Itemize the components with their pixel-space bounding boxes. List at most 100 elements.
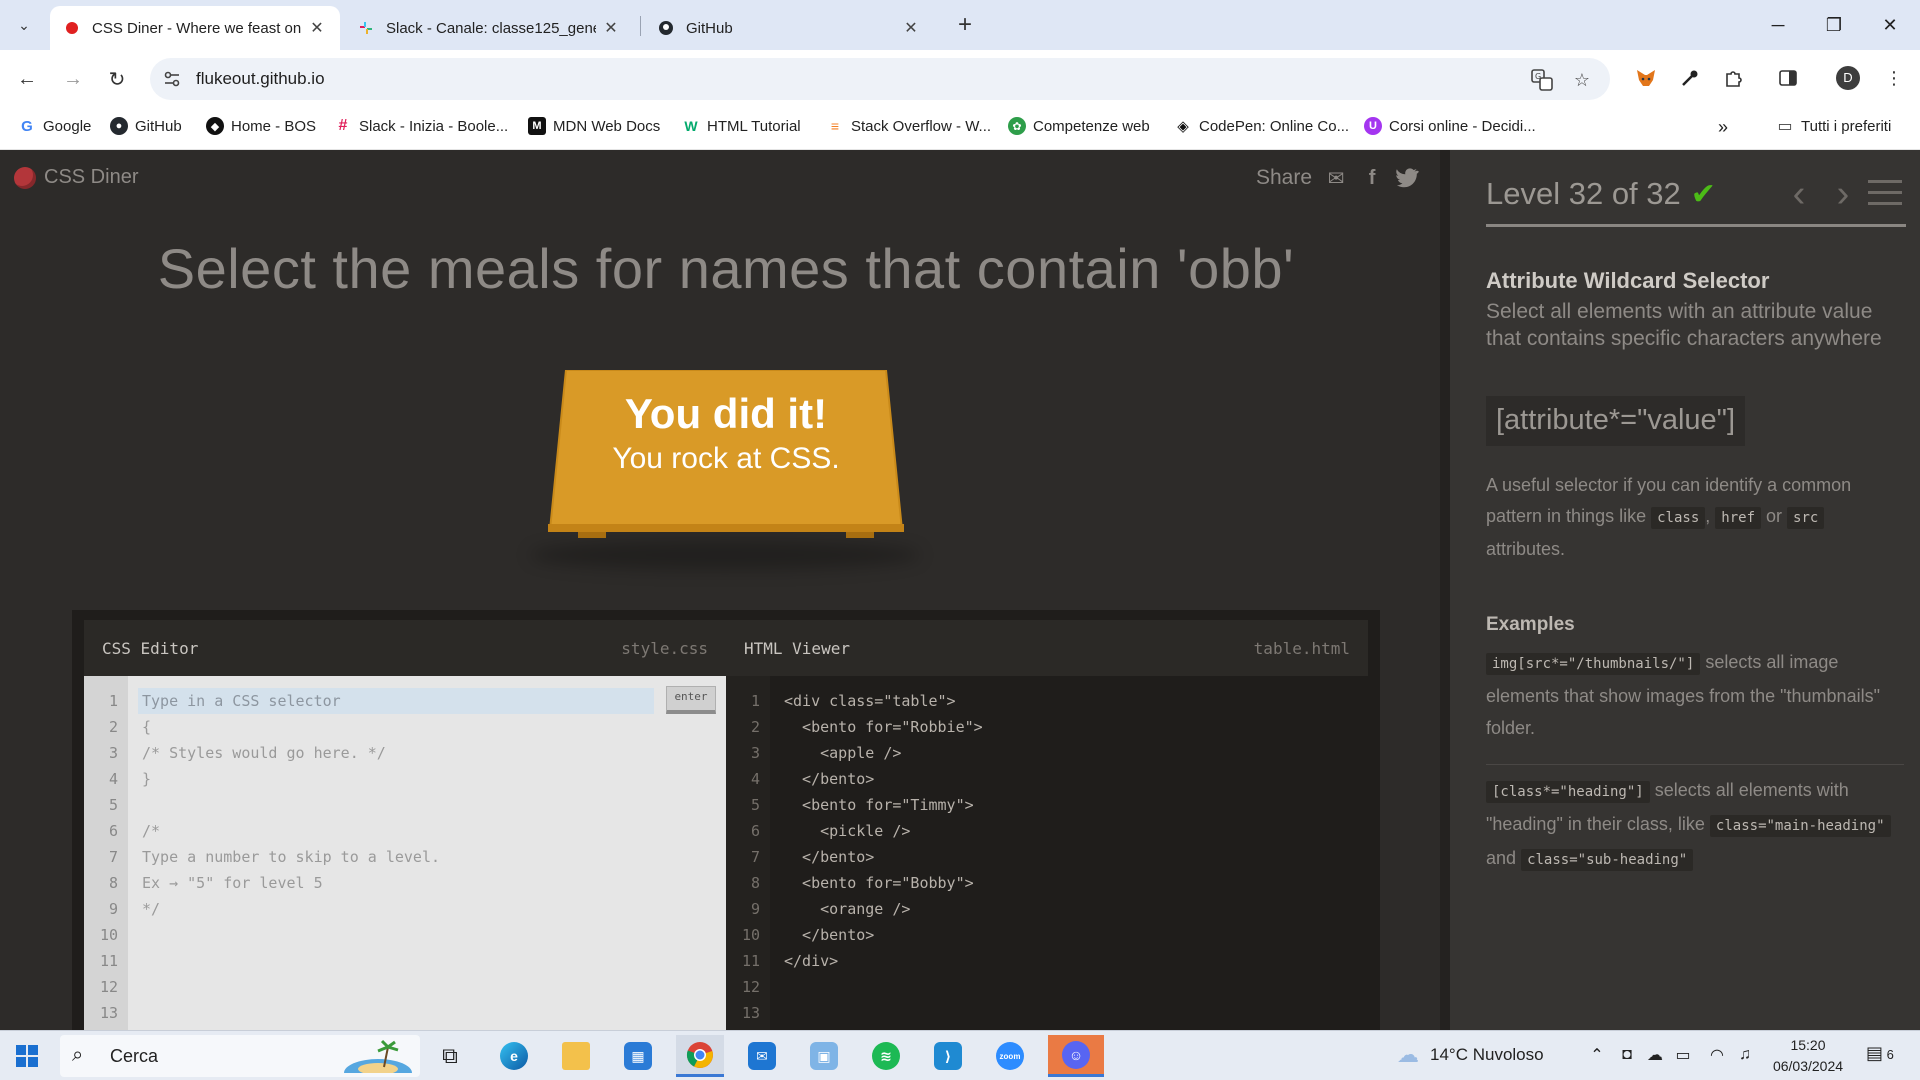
enter-button[interactable]: enter bbox=[666, 686, 716, 714]
css-code-line: } bbox=[142, 770, 152, 788]
onedrive-cloud-icon[interactable]: ☁ bbox=[1644, 1044, 1666, 1066]
level-header: Level 32 of 32 ✔ bbox=[1486, 176, 1716, 212]
taskbar-zoom[interactable]: zoom bbox=[986, 1035, 1034, 1077]
table-shadow bbox=[530, 540, 920, 570]
html-code-line[interactable]: <bento for="Robbie"> bbox=[784, 718, 983, 736]
bookmark-mdn[interactable]: M MDN Web Docs bbox=[528, 117, 660, 135]
camera-icon[interactable]: ◘ bbox=[1616, 1044, 1638, 1066]
selector-hint: A useful selector if you can identify a … bbox=[1486, 475, 1852, 559]
html-code-line[interactable]: <div class="table"> bbox=[784, 692, 956, 710]
taskbar-store[interactable]: ▦ bbox=[614, 1035, 662, 1077]
previous-level-button[interactable]: ‹ bbox=[1782, 174, 1816, 214]
line-number: 2 bbox=[108, 718, 118, 736]
facebook-icon[interactable]: f bbox=[1360, 166, 1384, 190]
close-icon[interactable]: ✕ bbox=[602, 18, 620, 38]
forward-button[interactable]: → bbox=[58, 64, 88, 94]
reload-button[interactable]: ↻ bbox=[102, 64, 132, 94]
close-icon[interactable]: ✕ bbox=[308, 18, 326, 38]
taskbar-file-explorer[interactable] bbox=[552, 1035, 600, 1077]
bookmark-star-icon[interactable]: ☆ bbox=[1570, 68, 1594, 92]
translate-icon[interactable]: G bbox=[1530, 68, 1554, 92]
taskbar-clock[interactable]: 15:20 06/03/2024 bbox=[1760, 1035, 1856, 1077]
html-code-line[interactable]: </div> bbox=[784, 952, 838, 970]
tab-slack[interactable]: Slack - Canale: classe125_generale ✕ bbox=[344, 6, 634, 50]
bookmark-github[interactable]: ● GitHub bbox=[110, 117, 182, 135]
bookmark-google[interactable]: G Google bbox=[18, 117, 91, 135]
css-editor: 1 2 3 4 5 6 7 8 9 10 11 12 13 enter { /*… bbox=[84, 676, 726, 1030]
taskbar-mail[interactable]: ✉ bbox=[738, 1035, 786, 1077]
notification-center[interactable]: ▤ 6 bbox=[1866, 1043, 1906, 1069]
vscode-icon: ⟩ bbox=[934, 1042, 962, 1070]
tab-separator bbox=[640, 16, 641, 36]
bookmark-competenze[interactable]: ✿ Competenze web bbox=[1008, 117, 1150, 135]
back-button[interactable]: ← bbox=[12, 64, 42, 94]
tab-github[interactable]: GitHub ✕ bbox=[644, 6, 934, 50]
site-info-icon[interactable] bbox=[162, 69, 182, 89]
eyedropper-extension-icon[interactable] bbox=[1676, 64, 1704, 92]
line-number: 6 bbox=[750, 822, 760, 840]
restore-button[interactable]: ❐ bbox=[1806, 0, 1862, 50]
bookmark-codepen[interactable]: ◈ CodePen: Online Co... bbox=[1174, 117, 1349, 135]
win-line-1: You did it! bbox=[624, 390, 828, 437]
taskbar-task-view[interactable]: ⧉ bbox=[426, 1035, 474, 1077]
checkmark-icon: ✔ bbox=[1690, 177, 1716, 211]
bookmark-label: CodePen: Online Co... bbox=[1199, 117, 1350, 135]
profile-avatar[interactable]: D bbox=[1836, 66, 1860, 90]
chevron-up-icon[interactable]: ⌃ bbox=[1586, 1044, 1608, 1066]
next-level-button[interactable]: › bbox=[1826, 174, 1860, 214]
html-code-line[interactable]: <apple /> bbox=[784, 744, 901, 762]
css-diner-logo[interactable]: CSS Diner bbox=[14, 166, 138, 189]
html-code-line[interactable]: </bento> bbox=[784, 770, 874, 788]
line-number: 12 bbox=[741, 978, 760, 996]
html-code-line[interactable]: <bento for="Bobby"> bbox=[784, 874, 974, 892]
more-bookmarks-button[interactable]: » bbox=[1718, 117, 1728, 138]
taskbar-edge[interactable]: e bbox=[490, 1035, 538, 1077]
css-selector-input[interactable] bbox=[138, 688, 654, 714]
hint-code: href bbox=[1715, 507, 1761, 529]
task-view-icon: ⧉ bbox=[442, 1043, 458, 1068]
twitter-icon[interactable] bbox=[1396, 166, 1420, 190]
html-code-line[interactable]: <orange /> bbox=[784, 900, 910, 918]
taskbar-vscode[interactable]: ⟩ bbox=[924, 1035, 972, 1077]
taskbar-chrome[interactable] bbox=[676, 1035, 724, 1077]
weather-widget[interactable]: 14°C Nuvoloso bbox=[1430, 1045, 1544, 1065]
metamask-extension-icon[interactable] bbox=[1632, 64, 1660, 92]
line-number: 4 bbox=[108, 770, 118, 788]
bookmark-udemy[interactable]: U Corsi online - Decidi... bbox=[1364, 117, 1536, 135]
taskbar-spotify[interactable]: ≋ bbox=[862, 1035, 910, 1077]
bookmark-slack[interactable]: # Slack - Inizia - Boole... bbox=[334, 117, 508, 135]
volume-icon[interactable]: ♫ bbox=[1734, 1044, 1756, 1066]
weather-cloud-icon[interactable]: ☁ bbox=[1392, 1042, 1424, 1067]
tab-title: GitHub bbox=[686, 19, 733, 37]
html-code-line[interactable]: </bento> bbox=[784, 926, 874, 944]
taskbar-photos[interactable]: ▣ bbox=[800, 1035, 848, 1077]
close-window-button[interactable]: ✕ bbox=[1862, 0, 1918, 50]
bookmark-bos[interactable]: ◆ Home - BOS bbox=[206, 117, 316, 135]
taskbar-search[interactable]: ⌕ Cerca bbox=[60, 1035, 420, 1077]
windows-start-icon[interactable] bbox=[16, 1045, 38, 1067]
minimize-button[interactable]: ─ bbox=[1750, 0, 1806, 50]
new-tab-button[interactable]: + bbox=[950, 10, 980, 40]
arrow-right-icon: → bbox=[63, 67, 83, 90]
taskbar-discord[interactable]: ☺ bbox=[1048, 1035, 1104, 1077]
html-code-line[interactable]: <pickle /> bbox=[784, 822, 910, 840]
side-panel-icon[interactable] bbox=[1774, 64, 1802, 92]
html-code-line[interactable]: <bento for="Timmy"> bbox=[784, 796, 974, 814]
level-menu-button[interactable] bbox=[1868, 180, 1902, 208]
address-bar[interactable]: flukeout.github.io G ☆ bbox=[150, 58, 1610, 100]
line-number: 12 bbox=[99, 978, 118, 996]
all-bookmarks-button[interactable]: ▭ Tutti i preferiti bbox=[1776, 117, 1891, 135]
email-icon[interactable]: ✉ bbox=[1324, 166, 1348, 190]
bookmark-stackoverflow[interactable]: ≡ Stack Overflow - W... bbox=[826, 117, 991, 135]
wifi-icon[interactable]: ◠ bbox=[1706, 1044, 1728, 1066]
extensions-puzzle-icon[interactable] bbox=[1720, 64, 1748, 92]
chevron-right-icon: › bbox=[1836, 173, 1850, 215]
line-number: 11 bbox=[99, 952, 118, 970]
tab-search-button[interactable]: ⌄ bbox=[8, 10, 40, 40]
close-icon[interactable]: ✕ bbox=[902, 18, 920, 38]
html-code-line[interactable]: </bento> bbox=[784, 848, 874, 866]
kebab-menu-icon[interactable]: ⋮ bbox=[1880, 64, 1908, 92]
battery-icon[interactable]: ▭ bbox=[1672, 1044, 1694, 1066]
bookmark-html-tutorial[interactable]: W HTML Tutorial bbox=[682, 117, 801, 135]
tab-css-diner[interactable]: CSS Diner - Where we feast on CSS ✕ bbox=[50, 6, 340, 50]
